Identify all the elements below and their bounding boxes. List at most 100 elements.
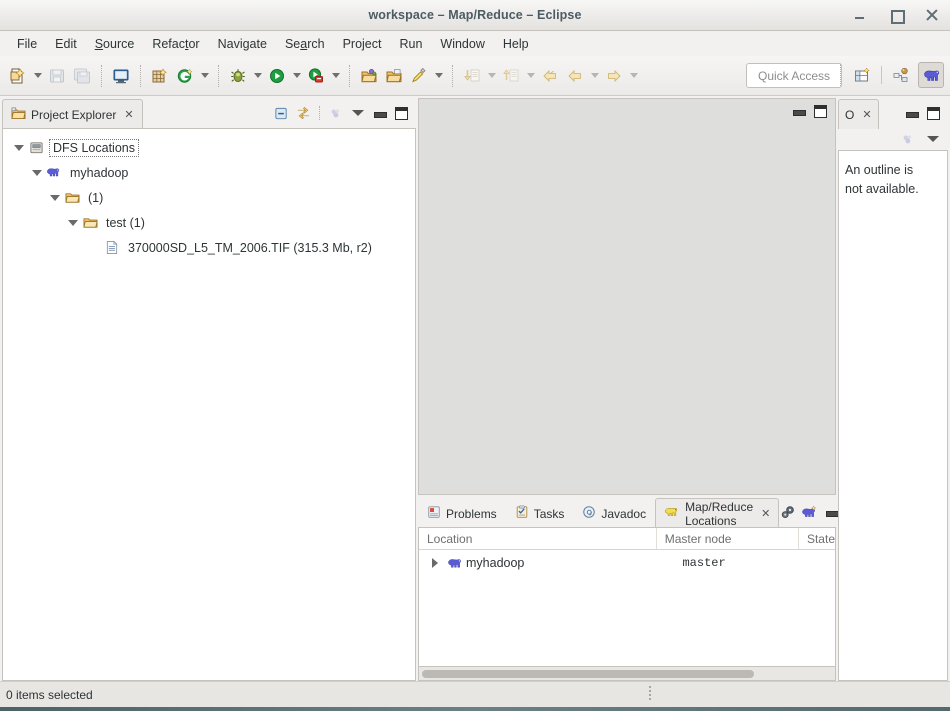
new-java-class-icon[interactable]: [173, 64, 197, 88]
open-type-icon[interactable]: [357, 64, 381, 88]
debug-icon[interactable]: [226, 64, 250, 88]
maximize-icon[interactable]: [812, 103, 829, 120]
view-menu-icon[interactable]: [349, 105, 366, 122]
tab-mapreduce-locations-label: Map/Reduce Locations: [685, 499, 754, 528]
menu-run[interactable]: Run: [390, 34, 431, 54]
menu-search[interactable]: Search: [276, 34, 334, 54]
run-dropdown-arrow[interactable]: [290, 64, 303, 88]
tab-tasks[interactable]: Tasks: [506, 498, 574, 528]
toggle-markers-icon[interactable]: [407, 64, 431, 88]
horizontal-scrollbar[interactable]: [418, 667, 836, 681]
outline-message: An outline is not available.: [839, 151, 947, 199]
debug-dropdown-arrow[interactable]: [251, 64, 264, 88]
maximize-icon[interactable]: [925, 105, 942, 122]
menu-edit[interactable]: Edit: [46, 34, 86, 54]
menu-navigate[interactable]: Navigate: [209, 34, 276, 54]
locations-table-header: Location Master node State: [419, 528, 835, 550]
menu-refactor-label: or: [188, 36, 200, 51]
tree-item-tif-file[interactable]: 370000SD_L5_TM_2006.TIF (315.3 Mb, r2): [3, 235, 415, 260]
scrollbar-thumb[interactable]: [422, 669, 754, 678]
column-header-location[interactable]: Location: [419, 528, 657, 549]
menu-source[interactable]: Source: [86, 34, 144, 54]
tab-problems[interactable]: Problems: [418, 498, 506, 528]
mapreduce-perspective-icon[interactable]: [918, 62, 944, 88]
edit-hadoop-location-icon[interactable]: [779, 504, 796, 521]
menu-navigate-label: Navigate: [217, 36, 267, 51]
minimize-icon[interactable]: [790, 103, 807, 120]
column-header-master-node[interactable]: Master node: [657, 528, 799, 549]
editor-panel: [418, 98, 836, 495]
chevron-down-icon[interactable]: [29, 165, 45, 181]
tab-outline-label: O: [845, 107, 855, 122]
new-wizard-dropdown-arrow[interactable]: [31, 64, 44, 88]
view-menu-icon[interactable]: [924, 131, 941, 148]
toolbar-group-navigation: [460, 64, 640, 88]
maximize-icon[interactable]: [393, 105, 410, 122]
tree-item-test-folder[interactable]: test (1): [3, 210, 415, 235]
tab-problems-label: Problems: [446, 506, 497, 521]
run-coverage-icon[interactable]: [304, 64, 328, 88]
run-icon[interactable]: [265, 64, 289, 88]
maximize-window-button[interactable]: [888, 7, 905, 24]
java-perspective-icon[interactable]: [888, 62, 914, 88]
collapse-all-icon[interactable]: [273, 105, 290, 122]
chevron-down-icon[interactable]: [65, 215, 81, 231]
menu-refactor[interactable]: Refactor: [143, 34, 208, 54]
table-row[interactable]: myhadoop master: [419, 550, 835, 576]
menu-help[interactable]: Help: [494, 34, 538, 54]
menu-file-label: File: [17, 36, 38, 51]
chevron-down-icon[interactable]: [11, 140, 27, 156]
quick-access-input[interactable]: Quick Access: [746, 63, 842, 88]
chevron-down-icon[interactable]: [47, 190, 63, 206]
link-with-editor-icon[interactable]: [295, 105, 312, 122]
tree-item-test-folder-label: test (1): [106, 215, 145, 230]
new-wizard-icon[interactable]: [6, 64, 30, 88]
status-resize-handle[interactable]: [649, 686, 651, 700]
menu-file[interactable]: File: [8, 34, 46, 54]
open-perspective-icon[interactable]: [849, 62, 875, 88]
minimize-icon[interactable]: [371, 105, 388, 122]
menu-help-label: Help: [502, 36, 529, 51]
cell-master-node: master: [682, 556, 726, 570]
menu-project[interactable]: Project: [334, 34, 391, 54]
tab-javadoc[interactable]: Javadoc: [573, 498, 655, 528]
previous-annotation-icon: [499, 64, 523, 88]
back-dropdown-arrow[interactable]: [588, 64, 601, 88]
minimize-icon[interactable]: [903, 105, 920, 122]
console-icon[interactable]: [109, 64, 133, 88]
forward-dropdown-arrow[interactable]: [627, 64, 640, 88]
project-explorer-body: DFS Locations myhadoop (1) test (1) 3700…: [2, 128, 416, 681]
menu-edit-label: Edit: [55, 36, 77, 51]
new-java-class-dropdown-arrow[interactable]: [198, 64, 211, 88]
tab-mapreduce-locations[interactable]: Map/Reduce Locations ✕: [655, 498, 780, 528]
tab-project-explorer[interactable]: Project Explorer ✕: [2, 99, 143, 129]
tree-item-root-folder[interactable]: (1): [3, 185, 415, 210]
toolbar-separator-2: [140, 64, 141, 87]
next-annotation-dropdown-arrow[interactable]: [485, 64, 498, 88]
tree-item-myhadoop[interactable]: myhadoop: [3, 160, 415, 185]
tab-project-explorer-label: Project Explorer: [31, 107, 117, 122]
project-explorer-toolbar: [273, 98, 416, 128]
outline-message-line1: An outline is: [845, 163, 914, 177]
previous-annotation-dropdown-arrow[interactable]: [524, 64, 537, 88]
window-title: workspace – Map/Reduce – Eclipse: [368, 8, 582, 22]
close-icon[interactable]: ✕: [124, 108, 133, 121]
minimize-window-button[interactable]: [852, 7, 868, 23]
tab-outline[interactable]: O ✕: [838, 99, 879, 129]
toggle-markers-dropdown-arrow[interactable]: [432, 64, 445, 88]
menu-window[interactable]: Window: [431, 34, 493, 54]
close-icon[interactable]: ✕: [761, 507, 770, 520]
tree-item-dfs-locations[interactable]: DFS Locations: [3, 135, 415, 160]
new-package-icon[interactable]: [148, 64, 172, 88]
folder-icon: [63, 190, 81, 206]
new-hadoop-location-icon[interactable]: [801, 504, 818, 521]
cell-location[interactable]: myhadoop: [419, 555, 674, 571]
column-header-state[interactable]: State: [799, 528, 835, 549]
close-window-button[interactable]: [924, 7, 940, 23]
chevron-right-icon[interactable]: [427, 555, 443, 571]
run-coverage-dropdown-arrow[interactable]: [329, 64, 342, 88]
close-icon[interactable]: ✕: [862, 108, 871, 121]
open-task-icon[interactable]: [382, 64, 406, 88]
menu-run-label: Run: [399, 36, 423, 51]
editor-empty-area[interactable]: [418, 124, 836, 495]
